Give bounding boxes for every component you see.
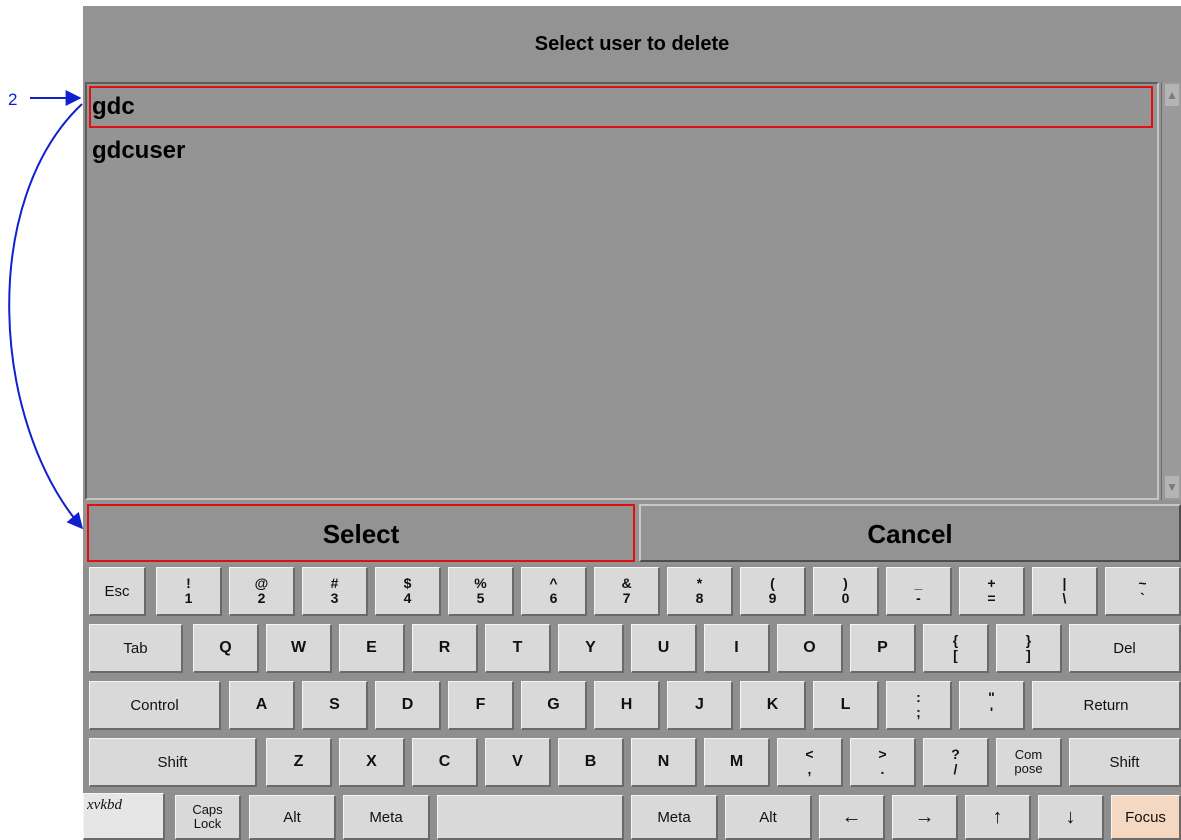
curved-arrow-icon xyxy=(8,103,84,530)
annotation-arrows xyxy=(8,90,84,530)
